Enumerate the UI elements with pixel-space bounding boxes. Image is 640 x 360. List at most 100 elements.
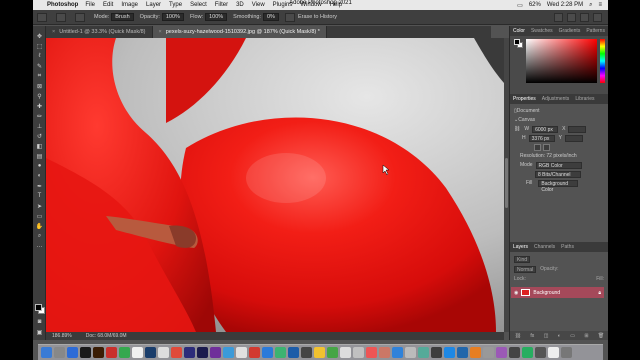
app-icon[interactable] bbox=[327, 347, 338, 358]
menu-edit[interactable]: Edit bbox=[103, 2, 113, 8]
tab-swatches[interactable]: Swatches bbox=[531, 28, 553, 34]
color-field[interactable] bbox=[526, 39, 597, 83]
app-icon[interactable] bbox=[405, 347, 416, 358]
workspace-icon[interactable] bbox=[580, 12, 589, 22]
more-tools-icon[interactable]: … bbox=[35, 242, 44, 250]
gradient-tool-icon[interactable]: ▤ bbox=[35, 152, 44, 160]
photos-icon[interactable] bbox=[158, 347, 169, 358]
share-icon[interactable] bbox=[593, 12, 602, 22]
app-icon[interactable] bbox=[340, 347, 351, 358]
eraser-tool-icon[interactable]: ◧ bbox=[35, 142, 44, 150]
ai-icon[interactable] bbox=[93, 347, 104, 358]
hand-tool-icon[interactable]: ✋ bbox=[35, 222, 44, 230]
tab-untitled-1[interactable]: × Untitled-1 @ 33.3% (Quick Mask/8) bbox=[46, 26, 153, 38]
app-icon[interactable] bbox=[275, 347, 286, 358]
search-icon[interactable]: ⌕ bbox=[589, 2, 592, 9]
app-icon[interactable] bbox=[379, 347, 390, 358]
zoom-level[interactable]: 186.89% bbox=[52, 333, 72, 339]
mode-select[interactable]: Brush bbox=[111, 13, 134, 21]
erase-to-history[interactable]: Erase to History bbox=[284, 12, 337, 22]
frame-tool-icon[interactable]: ⊠ bbox=[35, 82, 44, 90]
width-input[interactable]: 6000 px bbox=[532, 125, 559, 133]
height-input[interactable]: 3376 px bbox=[528, 134, 555, 142]
trash-icon[interactable] bbox=[561, 347, 572, 358]
quick-select-tool-icon[interactable]: ✎ bbox=[35, 62, 44, 70]
tab-adjustments[interactable]: Adjustments bbox=[542, 96, 570, 102]
close-icon[interactable]: × bbox=[159, 29, 162, 35]
x-input[interactable] bbox=[568, 125, 587, 133]
path-select-tool-icon[interactable]: ➤ bbox=[35, 202, 44, 210]
app-icon[interactable] bbox=[444, 347, 455, 358]
bit-depth-select[interactable]: 8 Bits/Channel bbox=[535, 170, 581, 178]
tab-libraries[interactable]: Libraries bbox=[575, 96, 594, 102]
after-effects-icon[interactable] bbox=[197, 347, 208, 358]
dodge-tool-icon[interactable]: ◐ bbox=[35, 172, 44, 180]
app-icon[interactable] bbox=[288, 347, 299, 358]
tab-gradients[interactable]: Gradients bbox=[559, 28, 581, 34]
app-icon[interactable] bbox=[301, 347, 312, 358]
tool-preset-picker[interactable] bbox=[56, 12, 69, 22]
hue-slider[interactable] bbox=[600, 39, 605, 83]
crop-tool-icon[interactable]: ⌗ bbox=[35, 72, 44, 80]
zoom-tool-icon[interactable]: ⌕ bbox=[35, 232, 44, 240]
tab-color[interactable]: Color bbox=[513, 28, 525, 34]
app-icon[interactable] bbox=[392, 347, 403, 358]
tab-patterns[interactable]: Patterns bbox=[586, 28, 605, 34]
app-icon[interactable] bbox=[366, 347, 377, 358]
app-icon[interactable] bbox=[418, 347, 429, 358]
app-icon[interactable] bbox=[171, 347, 182, 358]
ps-icon[interactable] bbox=[80, 347, 91, 358]
menu-filter[interactable]: Filter bbox=[215, 2, 228, 8]
brush-size-picker[interactable] bbox=[75, 12, 88, 22]
app-icon[interactable] bbox=[496, 347, 507, 358]
app-icon[interactable] bbox=[457, 347, 468, 358]
blur-tool-icon[interactable]: ● bbox=[35, 162, 44, 170]
link-icon[interactable]: ⛓ bbox=[514, 126, 520, 132]
shape-tool-icon[interactable]: ▭ bbox=[35, 212, 44, 220]
app-icon[interactable] bbox=[431, 347, 442, 358]
safari-icon[interactable] bbox=[67, 347, 78, 358]
app-icon[interactable] bbox=[249, 347, 260, 358]
tab-properties[interactable]: Properties bbox=[513, 96, 536, 102]
messages-icon[interactable] bbox=[119, 347, 130, 358]
symmetry-icon[interactable] bbox=[554, 12, 563, 22]
app-icon[interactable] bbox=[236, 347, 247, 358]
tab-paths[interactable]: Paths bbox=[561, 244, 574, 250]
acrobat-icon[interactable] bbox=[106, 347, 117, 358]
app-icon[interactable] bbox=[210, 347, 221, 358]
clone-stamp-tool-icon[interactable]: ⊥ bbox=[35, 122, 44, 130]
opacity-input[interactable]: 100% bbox=[161, 13, 184, 21]
canvas-header[interactable]: ⌄ Canvas bbox=[514, 116, 604, 124]
color-mode-select[interactable]: RGB Color bbox=[535, 161, 582, 169]
smoothing-input[interactable]: 0% bbox=[262, 13, 279, 21]
new-layer-icon[interactable]: ⊞ bbox=[584, 333, 588, 339]
menu-help[interactable]: Help bbox=[330, 2, 342, 8]
lock-icon[interactable]: 🔒︎ bbox=[598, 290, 604, 296]
close-icon[interactable]: × bbox=[52, 29, 55, 35]
link-layers-icon[interactable]: ⛓ bbox=[515, 333, 521, 339]
eyedropper-tool-icon[interactable]: ⚲ bbox=[35, 92, 44, 100]
quick-mask-icon[interactable]: ◙ bbox=[35, 318, 44, 326]
premiere-icon[interactable] bbox=[184, 347, 195, 358]
menu-layer[interactable]: Layer bbox=[146, 2, 161, 8]
app-icon[interactable] bbox=[262, 347, 273, 358]
app-menu[interactable]: Photoshop bbox=[47, 2, 78, 8]
foreground-color-chip[interactable] bbox=[514, 39, 520, 45]
menu-window[interactable]: Window bbox=[300, 2, 321, 8]
healing-tool-icon[interactable]: ✚ bbox=[35, 102, 44, 110]
marquee-tool-icon[interactable]: ⬚ bbox=[35, 42, 44, 50]
menu-file[interactable]: File bbox=[85, 2, 95, 8]
type-tool-icon[interactable]: T bbox=[35, 192, 44, 200]
brush-tool-icon[interactable]: ✏ bbox=[35, 112, 44, 120]
layer-background[interactable]: ◉ Background 🔒︎ bbox=[511, 287, 604, 298]
fill-select[interactable]: Background Color bbox=[538, 179, 579, 193]
app-icon[interactable] bbox=[353, 347, 364, 358]
app-icon[interactable] bbox=[509, 347, 520, 358]
fx-icon[interactable]: fx bbox=[530, 333, 534, 339]
pen-tool-icon[interactable]: ✒ bbox=[35, 182, 44, 190]
app-icon[interactable] bbox=[535, 347, 546, 358]
menu-plugins[interactable]: Plugins bbox=[273, 2, 293, 8]
tab-channels[interactable]: Channels bbox=[534, 244, 555, 250]
home-button[interactable] bbox=[37, 12, 50, 22]
mask-icon[interactable]: ◫ bbox=[544, 333, 549, 339]
